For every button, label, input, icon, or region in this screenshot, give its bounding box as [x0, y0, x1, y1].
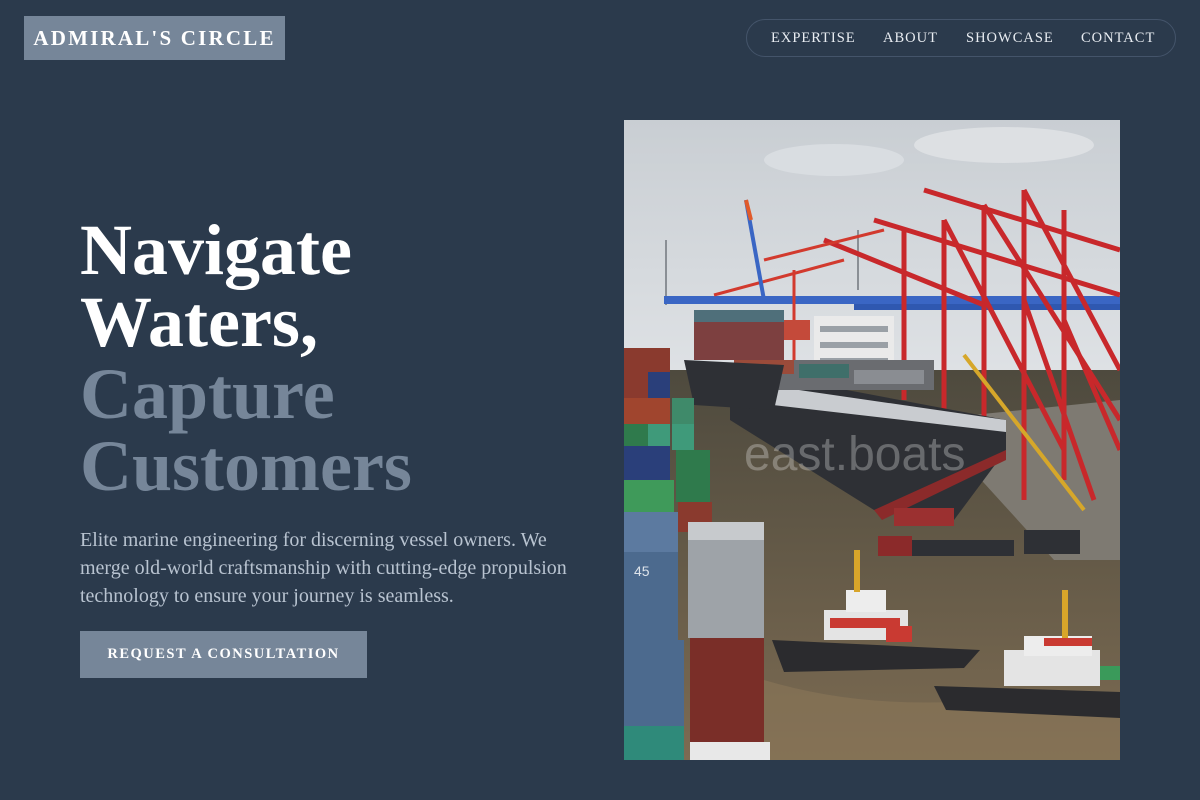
nav-link-about[interactable]: ABOUT — [883, 20, 938, 56]
image-watermark: east.boats — [744, 428, 965, 481]
brand-logo[interactable]: ADMIRAL'S CIRCLE — [24, 16, 285, 60]
main-nav: EXPERTISE ABOUT SHOWCASE CONTACT — [746, 19, 1176, 57]
headline-line-3: Capture — [80, 354, 335, 434]
headline-line-4: Customers — [80, 426, 412, 506]
hero-subtext: Elite marine engineering for discerning … — [80, 529, 567, 607]
hero-headline: Navigate Waters, Capture Customers — [80, 214, 412, 502]
nav-link-expertise[interactable]: EXPERTISE — [771, 20, 856, 56]
headline-line-1: Navigate — [80, 210, 352, 290]
request-consultation-button[interactable]: REQUEST A CONSULTATION — [80, 631, 367, 678]
hero-image-port: east.boats 45 — [624, 120, 1120, 760]
port-illustration: east.boats 45 — [624, 120, 1120, 760]
nav-link-showcase[interactable]: SHOWCASE — [966, 20, 1054, 56]
container-number: 45 — [634, 563, 650, 579]
nav-link-contact[interactable]: CONTACT — [1081, 20, 1155, 56]
headline-line-2: Waters, — [80, 282, 318, 362]
